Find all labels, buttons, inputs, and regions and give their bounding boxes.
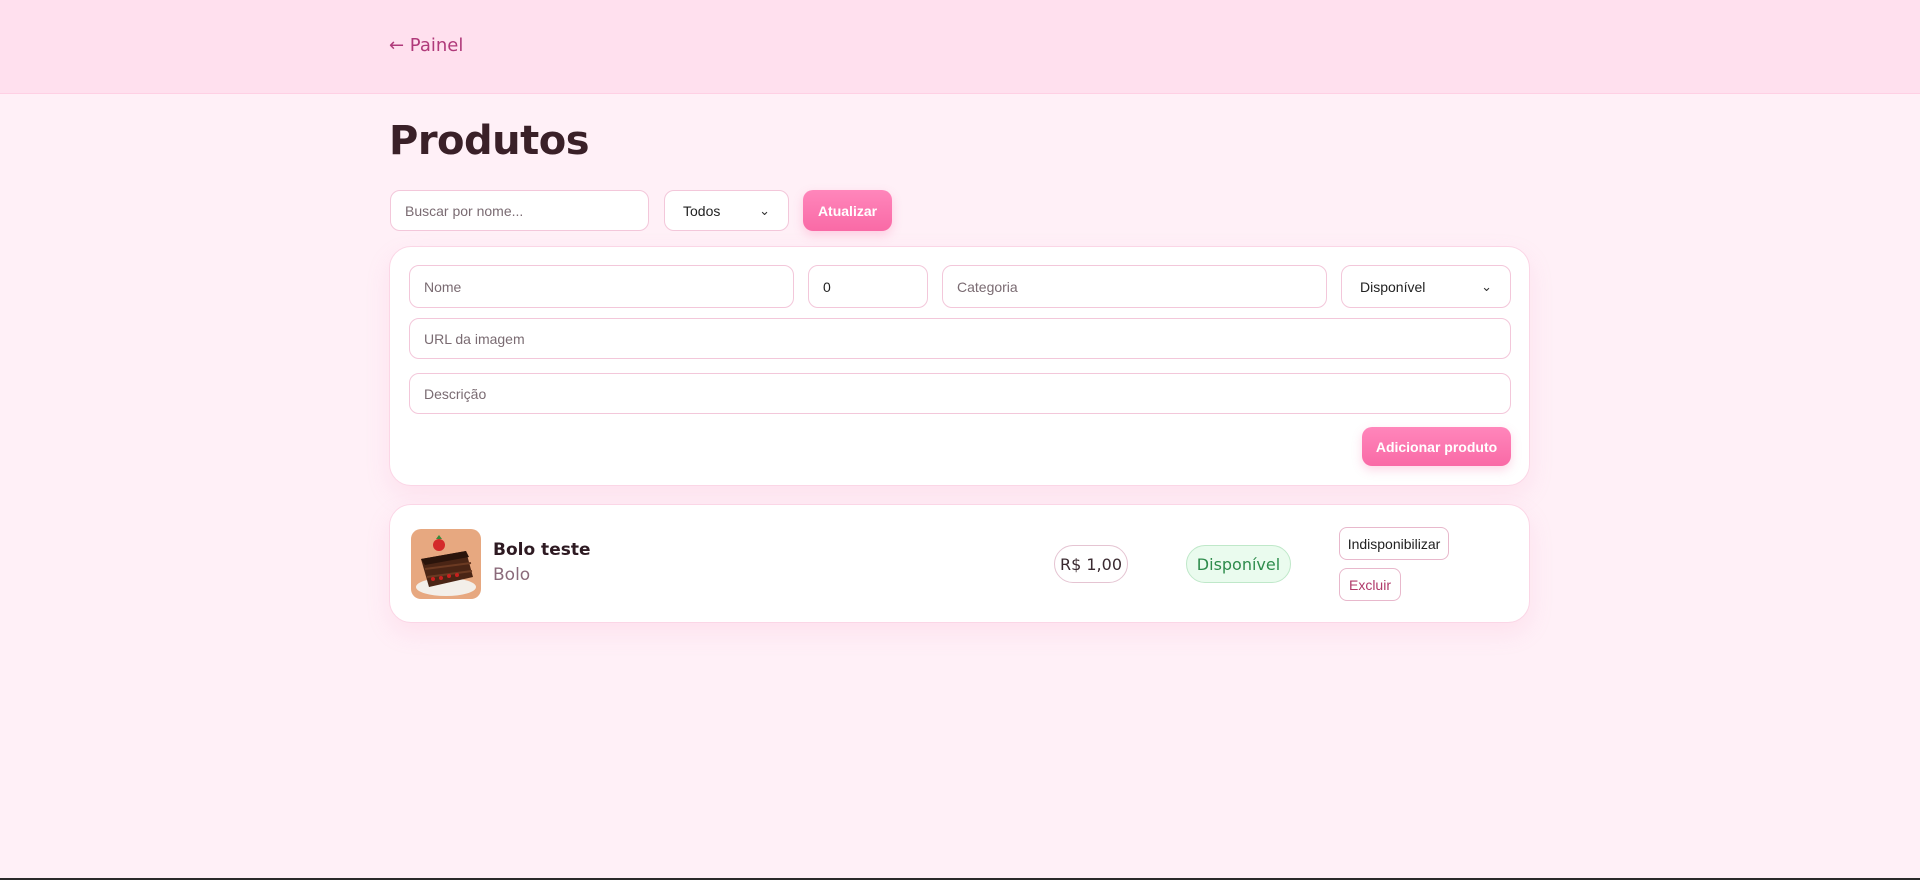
product-list-item — [389, 504, 1530, 623]
description-field[interactable] — [409, 373, 1511, 414]
name-field[interactable] — [409, 265, 794, 308]
make-unavailable-button[interactable]: Indisponibilizar — [1339, 527, 1449, 560]
status-badge: Disponível — [1186, 545, 1291, 583]
filter-select-value: Todos — [683, 202, 721, 219]
top-bar — [0, 0, 1920, 94]
page-title: Produtos — [389, 118, 590, 164]
product-image — [411, 529, 481, 599]
filter-select[interactable]: Todos ⌄ — [664, 190, 789, 231]
product-category: Bolo — [493, 565, 531, 585]
price-field[interactable] — [808, 265, 928, 308]
price-badge: R$ 1,00 — [1054, 545, 1128, 583]
delete-product-button[interactable]: Excluir — [1339, 568, 1401, 601]
category-field[interactable] — [942, 265, 1327, 308]
image-url-field[interactable] — [409, 318, 1511, 359]
add-product-button[interactable]: Adicionar produto — [1362, 427, 1511, 466]
search-input[interactable] — [390, 190, 649, 231]
availability-select[interactable]: Disponível ⌄ — [1341, 265, 1511, 308]
availability-select-value: Disponível — [1360, 278, 1426, 295]
product-name: Bolo teste — [493, 540, 591, 560]
back-to-dashboard-link[interactable]: ← Painel — [389, 35, 463, 56]
chevron-down-icon: ⌄ — [759, 202, 770, 218]
chevron-down-icon: ⌄ — [1481, 278, 1492, 294]
refresh-button[interactable]: Atualizar — [803, 190, 892, 231]
